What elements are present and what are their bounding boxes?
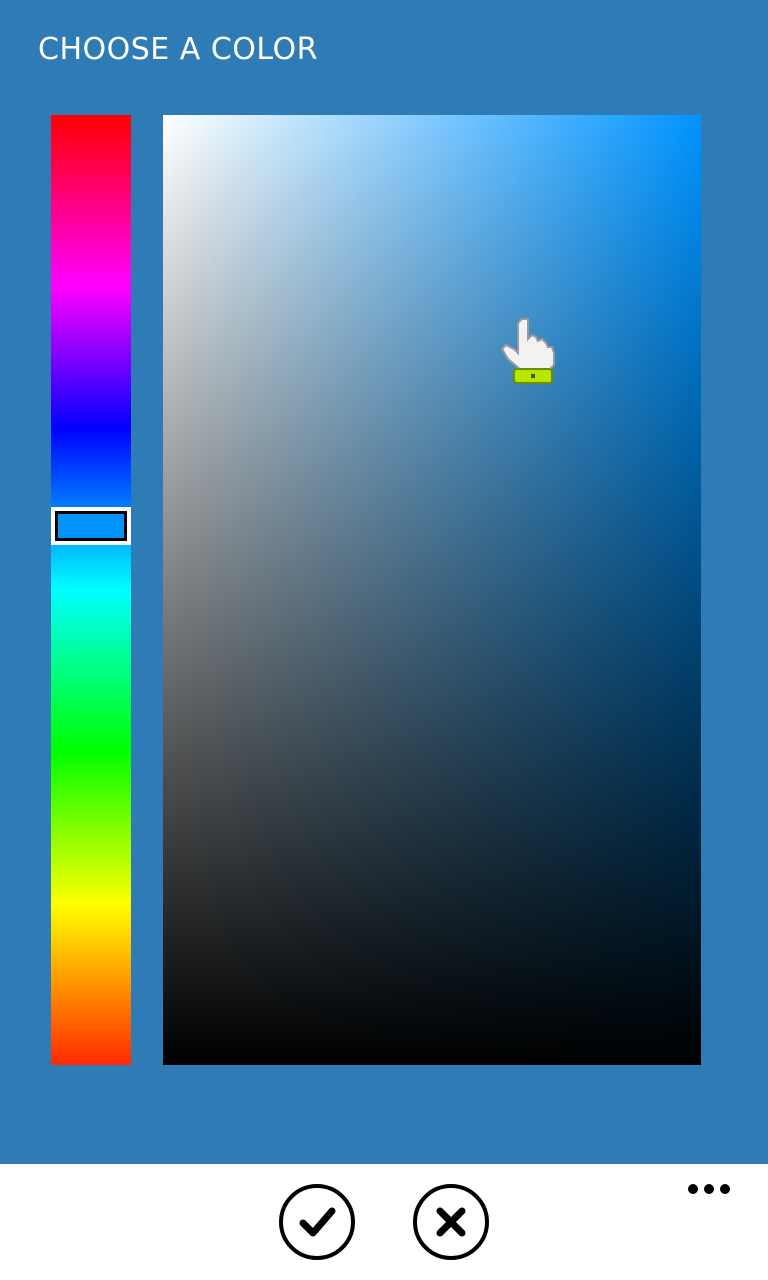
ellipsis-icon [704, 1184, 714, 1194]
ellipsis-icon [688, 1184, 698, 1194]
check-icon [299, 1207, 336, 1237]
page-title: CHOOSE A COLOR [38, 32, 318, 67]
hand-pointer-cursor-icon [500, 318, 555, 384]
selected-hue-swatch [58, 514, 124, 538]
accept-button[interactable] [279, 1184, 355, 1260]
close-icon [436, 1207, 466, 1237]
ellipsis-icon [720, 1184, 730, 1194]
saturation-value-field[interactable] [163, 115, 701, 1065]
hue-slider[interactable] [51, 115, 131, 1065]
cancel-button[interactable] [413, 1184, 489, 1260]
color-picker-screen: CHOOSE A COLOR [0, 0, 768, 1280]
app-bar [0, 1164, 768, 1280]
more-options-button[interactable] [682, 1180, 736, 1200]
hue-slider-thumb[interactable] [51, 507, 131, 545]
